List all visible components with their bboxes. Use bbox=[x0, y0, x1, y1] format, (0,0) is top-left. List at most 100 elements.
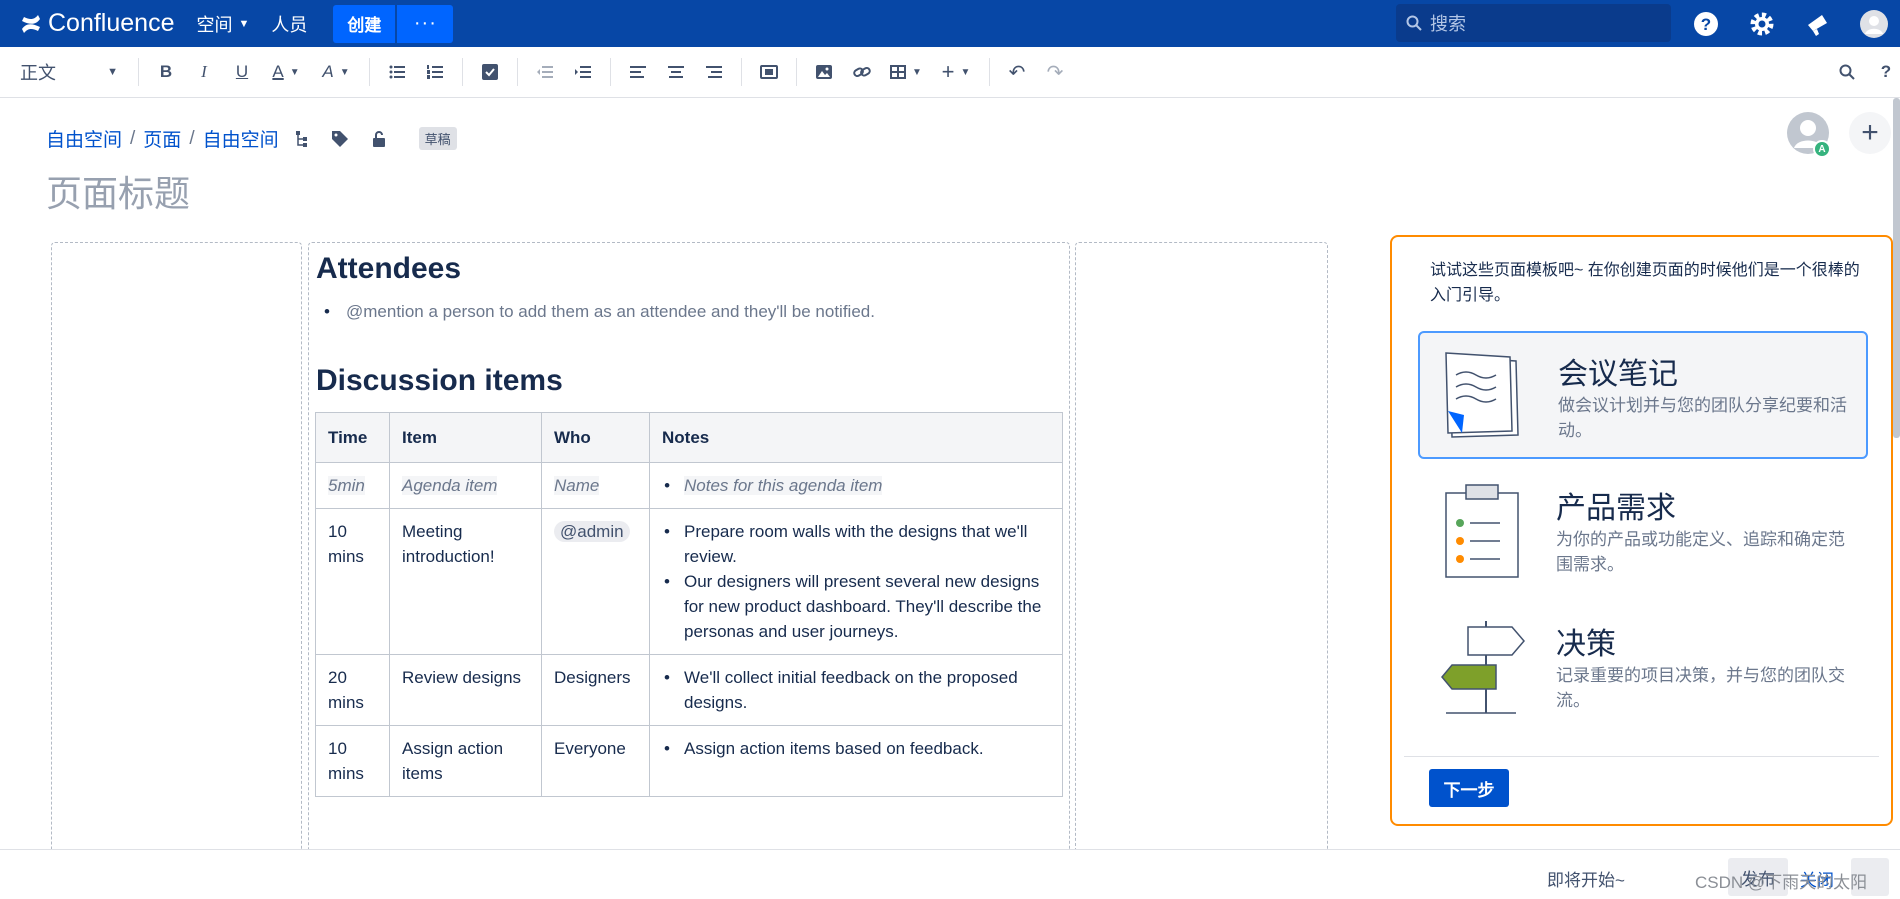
breadcrumb-separator: / bbox=[130, 127, 136, 149]
column-header-who: Who bbox=[541, 412, 650, 463]
notes-cell[interactable]: Prepare room walls with the designs that… bbox=[649, 508, 1063, 655]
align-left-icon[interactable] bbox=[619, 56, 657, 88]
more-create-button[interactable]: ··· bbox=[397, 4, 454, 43]
time-cell[interactable]: 10 mins bbox=[315, 508, 390, 655]
confluence-logo[interactable]: Confluence bbox=[20, 9, 174, 38]
text-color-icon[interactable]: A ▼ bbox=[261, 56, 311, 88]
column-header-time: Time bbox=[315, 412, 390, 463]
undo-icon[interactable]: ↶ bbox=[998, 56, 1036, 88]
align-right-icon[interactable] bbox=[695, 56, 733, 88]
layout-column-left[interactable] bbox=[51, 242, 302, 862]
chevron-down-icon: ▼ bbox=[238, 17, 250, 30]
insert-image-icon[interactable] bbox=[805, 56, 843, 88]
list-item: Assign action items based on feedback. bbox=[662, 736, 1050, 761]
toolbar-divider bbox=[138, 58, 139, 86]
template-card-product-requirements[interactable]: 产品需求 为你的产品或功能定义、追踪和确定范围需求。 bbox=[1418, 467, 1868, 595]
clear-format-icon[interactable]: A ▼ bbox=[311, 56, 361, 88]
watermark-text: CSDN @下雨天的太阳 bbox=[1695, 873, 1868, 892]
restrictions-unlock-icon[interactable] bbox=[371, 130, 387, 148]
coming-soon-menu[interactable]: 即将开始~ bbox=[1547, 866, 1625, 891]
notifications-megaphone-icon[interactable] bbox=[1804, 10, 1832, 38]
page-tree-icon[interactable] bbox=[295, 130, 309, 148]
template-description: 做会议计划并与您的团队分享纪要和活动。 bbox=[1558, 396, 1847, 440]
panel-divider bbox=[1404, 756, 1879, 757]
paragraph-style-value: 正文 bbox=[20, 63, 56, 83]
confluence-icon bbox=[22, 14, 40, 33]
list-item: Prepare room walls with the designs that… bbox=[662, 519, 1050, 569]
template-suggestions-panel: 试试这些页面模板吧~ 在你创建页面的时候他们是一个很棒的入门引导。 会议笔记 做… bbox=[1390, 235, 1893, 826]
search-placeholder: 搜索 bbox=[1430, 14, 1466, 34]
search-input[interactable]: 搜索 bbox=[1396, 4, 1671, 42]
people-link[interactable]: 人员 bbox=[271, 11, 307, 37]
who-placeholder: Name bbox=[554, 476, 600, 495]
numbered-list-icon[interactable] bbox=[416, 56, 454, 88]
notes-cell[interactable]: Assign action items based on feedback. bbox=[649, 725, 1063, 797]
attendees-placeholder[interactable]: @mention a person to add them as an atte… bbox=[324, 302, 875, 322]
notes-cell[interactable]: Notes for this agenda item bbox=[649, 462, 1063, 509]
next-step-button[interactable]: 下一步 bbox=[1429, 769, 1509, 807]
item-cell[interactable]: Agenda item bbox=[389, 462, 542, 509]
italic-icon[interactable]: I bbox=[185, 56, 223, 88]
paragraph-style-select[interactable]: 正文 ▼ bbox=[0, 56, 130, 88]
table-row: 20 mins Review designs Designers We'll c… bbox=[315, 654, 1063, 726]
collaborator-avatar[interactable]: A bbox=[1787, 112, 1831, 158]
notes-cell[interactable]: We'll collect initial feedback on the pr… bbox=[649, 654, 1063, 726]
list-item: We'll collect initial feedback on the pr… bbox=[662, 665, 1050, 715]
align-center-icon[interactable] bbox=[657, 56, 695, 88]
table-row: 10 mins Assign action items Everyone Ass… bbox=[315, 725, 1063, 797]
labels-tag-icon[interactable] bbox=[331, 130, 349, 148]
item-cell[interactable]: Meeting introduction! bbox=[389, 508, 542, 655]
discussion-heading: Discussion items bbox=[316, 364, 563, 397]
bold-icon[interactable]: B bbox=[147, 56, 185, 88]
spaces-menu[interactable]: 空间 ▼ bbox=[196, 11, 249, 37]
table-row: 5min Agenda item Name Notes for this age… bbox=[315, 462, 1063, 509]
breadcrumb-parent[interactable]: 自由空间 bbox=[203, 125, 279, 152]
help-question-icon[interactable]: ? bbox=[1876, 56, 1896, 88]
toolbar-divider bbox=[610, 58, 611, 86]
bullet-list-icon[interactable] bbox=[378, 56, 416, 88]
column-header-item: Item bbox=[389, 412, 542, 463]
user-mention[interactable]: @admin bbox=[554, 521, 630, 542]
insert-link-icon[interactable] bbox=[843, 56, 881, 88]
toolbar-divider bbox=[369, 58, 370, 86]
who-cell[interactable]: @admin bbox=[541, 508, 650, 655]
breadcrumb-pages[interactable]: 页面 bbox=[143, 125, 181, 152]
create-button[interactable]: 创建 bbox=[333, 4, 396, 43]
indent-icon[interactable] bbox=[564, 56, 602, 88]
outdent-icon[interactable] bbox=[526, 56, 564, 88]
user-avatar-icon[interactable] bbox=[1860, 9, 1888, 38]
item-placeholder: Agenda item bbox=[402, 476, 498, 495]
layout-column-right[interactable] bbox=[1075, 242, 1328, 862]
template-card-meeting-notes[interactable]: 会议笔记 做会议计划并与您的团队分享纪要和活动。 bbox=[1418, 331, 1868, 459]
breadcrumb-space[interactable]: 自由空间 bbox=[46, 125, 122, 152]
find-replace-icon[interactable] bbox=[1832, 56, 1862, 88]
template-card-decision[interactable]: 决策 记录重要的项目决策，并与您的团队交流。 bbox=[1418, 603, 1868, 731]
redo-icon[interactable]: ↷ bbox=[1036, 56, 1074, 88]
who-cell[interactable]: Everyone bbox=[541, 725, 650, 797]
item-cell[interactable]: Review designs bbox=[389, 654, 542, 726]
settings-gear-icon[interactable] bbox=[1748, 10, 1776, 38]
page-layout-icon[interactable] bbox=[750, 56, 788, 88]
page-scrollbar[interactable] bbox=[1893, 98, 1900, 438]
notes-placeholder: Notes for this agenda item bbox=[684, 476, 883, 495]
breadcrumb-separator: / bbox=[189, 127, 195, 149]
people-label: 人员 bbox=[271, 14, 308, 35]
underline-icon[interactable]: U bbox=[223, 56, 261, 88]
insert-table-icon[interactable]: ▼ bbox=[881, 56, 931, 88]
insert-more-icon[interactable]: + ▼ bbox=[931, 56, 981, 88]
toolbar-divider bbox=[796, 58, 797, 86]
logo-text: Confluence bbox=[48, 9, 175, 37]
page-title-input[interactable]: 页面标题 bbox=[46, 165, 190, 217]
time-cell[interactable]: 10 mins bbox=[315, 725, 390, 797]
time-cell[interactable]: 20 mins bbox=[315, 654, 390, 726]
editor-toolbar: 正文 ▼ B I U A ▼ A ▼ ▼ + ▼ ↶ ↷ ? bbox=[0, 47, 1900, 98]
toolbar-divider bbox=[989, 58, 990, 86]
who-cell[interactable]: Name bbox=[541, 462, 650, 509]
who-cell[interactable]: Designers bbox=[541, 654, 650, 726]
template-title: 会议笔记 bbox=[1558, 358, 1678, 391]
time-cell[interactable]: 5min bbox=[315, 462, 390, 509]
task-checkbox-icon[interactable] bbox=[471, 56, 509, 88]
help-icon[interactable]: ? bbox=[1692, 10, 1720, 38]
item-cell[interactable]: Assign action items bbox=[389, 725, 542, 797]
invite-add-icon[interactable]: + bbox=[1849, 112, 1891, 154]
